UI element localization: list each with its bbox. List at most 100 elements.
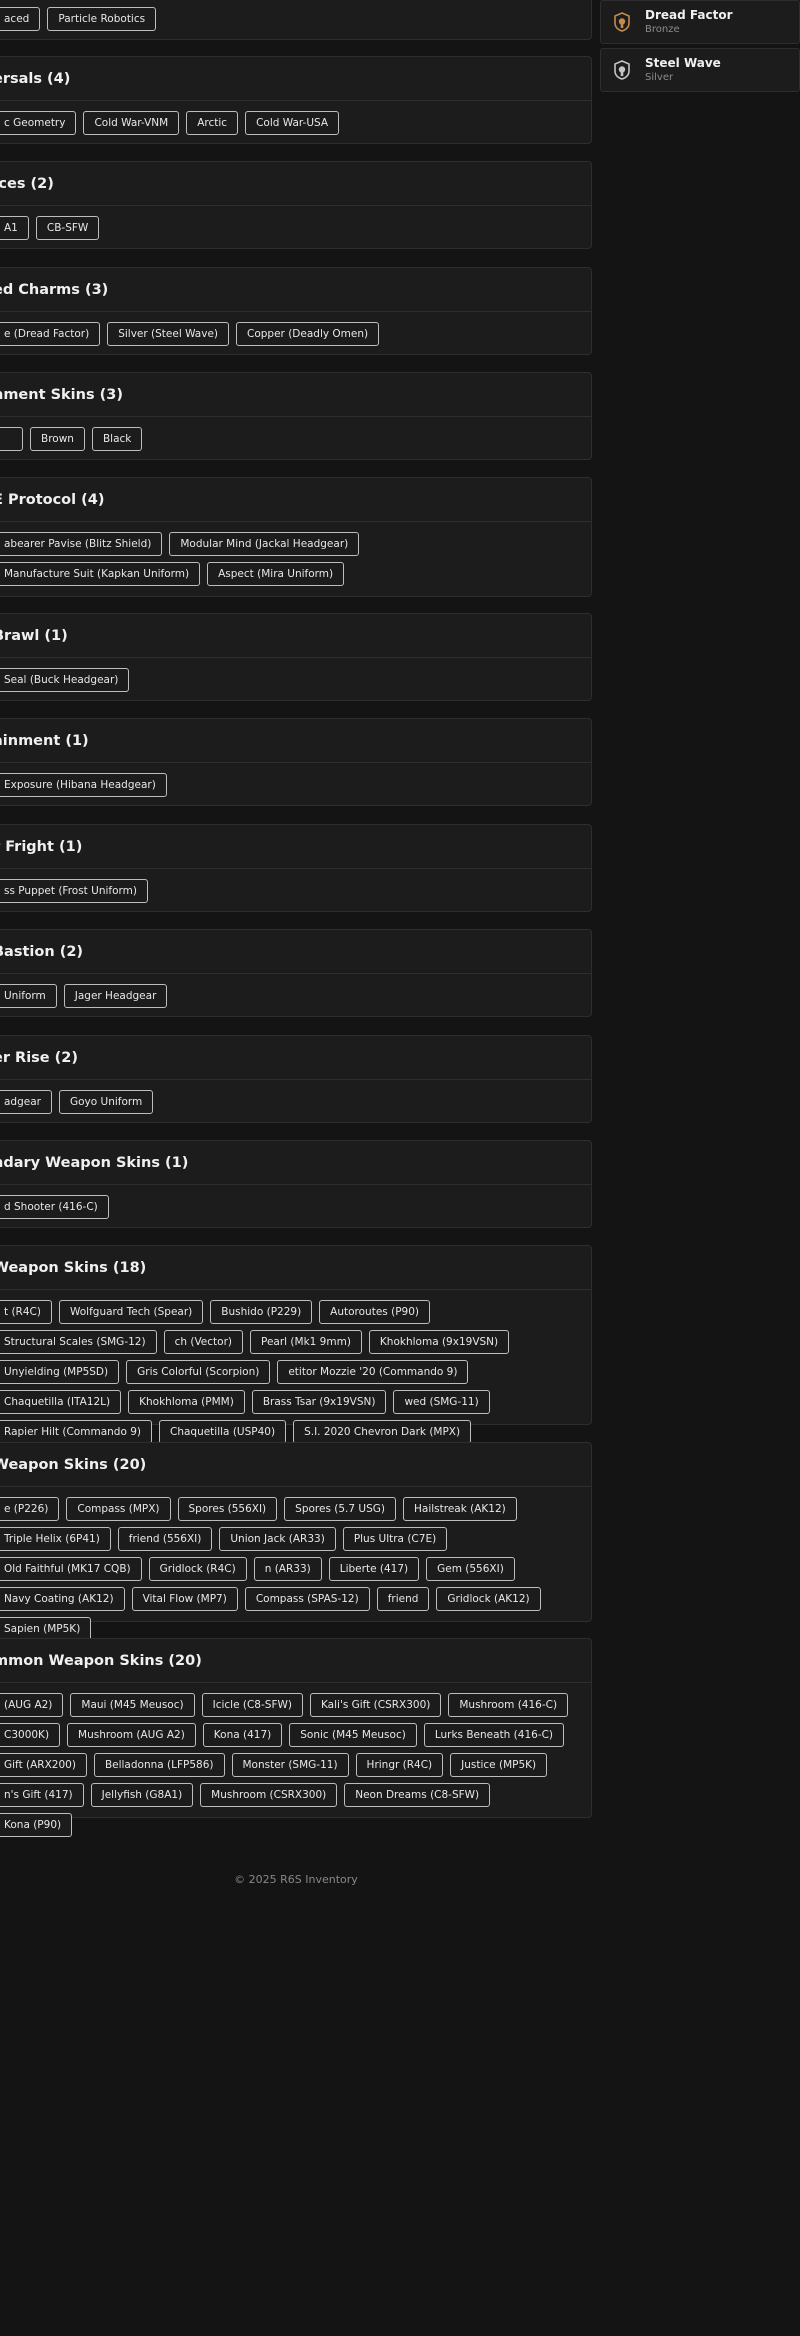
item-chip[interactable]: Plus Ultra (C7E) xyxy=(342,1527,448,1551)
item-chip[interactable]: Cold War-VNM xyxy=(83,111,180,135)
item-chip[interactable]: Icicle (C8-SFW) xyxy=(201,1693,303,1717)
item-chip[interactable]: Triple Helix (6P41) xyxy=(0,1527,111,1551)
item-chip[interactable]: wed (SMG-11) xyxy=(393,1390,490,1414)
item-chip[interactable]: adgear xyxy=(0,1090,52,1114)
section-body: Seal (Buck Headgear) xyxy=(0,658,591,698)
item-chip[interactable]: Silver (Steel Wave) xyxy=(107,322,229,346)
section-title: ed Charms (3) xyxy=(0,268,591,312)
item-chip[interactable]: Mushroom (AUG A2) xyxy=(67,1723,196,1747)
item-chip[interactable]: e (P226) xyxy=(0,1497,60,1521)
item-chip[interactable]: Chaquetilla (ITA12L) xyxy=(0,1390,122,1414)
item-chip[interactable]: Exposure (Hibana Headgear) xyxy=(0,773,167,797)
item-chip[interactable]: Lurks Beneath (416-C) xyxy=(423,1723,565,1747)
section-body: abearer Pavise (Blitz Shield) Modular Mi… xyxy=(0,522,591,592)
charm-card-dread-factor[interactable]: Dread Factor Bronze xyxy=(600,0,800,44)
item-chip[interactable]: Maui (M45 Meusoc) xyxy=(70,1693,195,1717)
item-chip[interactable]: Black xyxy=(91,427,143,451)
item-chip[interactable]: Sonic (M45 Meusoc) xyxy=(289,1723,417,1747)
item-chip[interactable]: Hringr (R4C) xyxy=(355,1753,444,1777)
item-chip[interactable]: c Geometry xyxy=(0,111,77,135)
item-chip[interactable]: Aspect (Mira Uniform) xyxy=(207,562,345,586)
item-chip[interactable]: Union Jack (AR33) xyxy=(219,1527,336,1551)
section-rare-weapon-skins: Weapon Skins (20) e (P226) Compass (MPX)… xyxy=(0,1442,592,1641)
item-chip[interactable]: friend (556XI) xyxy=(117,1527,213,1551)
item-chip[interactable]: Compass (MPX) xyxy=(66,1497,171,1521)
item-chip[interactable]: Modular Mind (Jackal Headgear) xyxy=(169,532,360,556)
item-chip[interactable]: Navy Coating (AK12) xyxy=(0,1587,125,1611)
item-chip[interactable]: aced xyxy=(0,7,41,31)
item-chip[interactable]: Vital Flow (MP7) xyxy=(131,1587,238,1611)
section-uncommon-weapon-skins: mmon Weapon Skins (20) (AUG A2) Maui (M4… xyxy=(0,1638,592,1837)
item-chip[interactable]: Gem (556XI) xyxy=(426,1557,515,1581)
section-fright: r Fright (1) ss Puppet (Frost Uniform) xyxy=(0,824,592,912)
section-body: e (P226) Compass (MPX) Spores (556XI) Sp… xyxy=(0,1487,591,1647)
item-chip[interactable]: e (Dread Factor) xyxy=(0,322,101,346)
item-chip[interactable]: Brown xyxy=(30,427,85,451)
charm-text: Steel Wave Silver xyxy=(645,56,721,84)
item-chip[interactable]: Kona (P90) xyxy=(0,1813,73,1837)
section-title: Brawl (1) xyxy=(0,614,591,658)
item-chip[interactable]: Mushroom (416-C) xyxy=(448,1693,569,1717)
item-chip[interactable]: Seal (Buck Headgear) xyxy=(0,668,130,692)
item-chip[interactable]: Unyielding (MP5SD) xyxy=(0,1360,120,1384)
item-chip[interactable]: CB-SFW xyxy=(35,216,100,240)
item-chip[interactable]: Neon Dreams (C8-SFW) xyxy=(344,1783,491,1807)
section-brawl: Brawl (1) Seal (Buck Headgear) xyxy=(0,613,592,701)
item-chip[interactable]: C3000K) xyxy=(0,1723,61,1747)
item-chip[interactable]: abearer Pavise (Blitz Shield) xyxy=(0,532,163,556)
item-chip[interactable]: Bushido (P229) xyxy=(210,1300,313,1324)
item-chip[interactable]: etitor Mozzie '20 (Commando 9) xyxy=(277,1360,469,1384)
section-title: Ices (2) xyxy=(0,162,591,206)
item-chip[interactable]: Old Faithful (MK17 CQB) xyxy=(0,1557,142,1581)
item-chip[interactable]: Copper (Deadly Omen) xyxy=(236,322,380,346)
item-chip[interactable]: Kali's Gift (CSRX300) xyxy=(309,1693,442,1717)
item-chip[interactable]: A1 xyxy=(0,216,29,240)
item-chip[interactable]: Justice (MP5K) xyxy=(450,1753,548,1777)
item-chip[interactable]: Arctic xyxy=(186,111,239,135)
item-chip[interactable]: Manufacture Suit (Kapkan Uniform) xyxy=(0,562,201,586)
item-chip[interactable]: Gift (ARX200) xyxy=(0,1753,87,1777)
section-body: e (Dread Factor) Silver (Steel Wave) Cop… xyxy=(0,312,591,352)
item-chip[interactable]: Autoroutes (P90) xyxy=(319,1300,430,1324)
item-chip[interactable]: Gris Colorful (Scorpion) xyxy=(126,1360,271,1384)
item-chip[interactable]: t (R4C) xyxy=(0,1300,52,1324)
item-chip[interactable]: Particle Robotics xyxy=(47,7,157,31)
item-chip[interactable]: ss Puppet (Frost Uniform) xyxy=(0,879,148,903)
item-chip[interactable]: Chaquetilla (USP40) xyxy=(158,1420,287,1444)
item-chip[interactable]: Structural Scales (SMG-12) xyxy=(0,1330,157,1354)
item-chip[interactable]: Wolfguard Tech (Spear) xyxy=(58,1300,204,1324)
item-chip[interactable]: Brass Tsar (9x19VSN) xyxy=(251,1390,387,1414)
item-chip[interactable]: Mushroom (CSRX300) xyxy=(200,1783,338,1807)
item-chip[interactable]: Hailstreak (AK12) xyxy=(402,1497,517,1521)
item-chip[interactable]: Monster (SMG-11) xyxy=(231,1753,349,1777)
item-chip[interactable]: Belladonna (LFP586) xyxy=(93,1753,225,1777)
item-chip[interactable]: Gridlock (R4C) xyxy=(148,1557,247,1581)
item-chip[interactable]: Goyo Uniform xyxy=(58,1090,154,1114)
item-chip[interactable]: n's Gift (417) xyxy=(0,1783,84,1807)
item-chip[interactable] xyxy=(0,427,23,451)
item-chip[interactable]: Uniform xyxy=(0,984,57,1008)
item-chip[interactable]: Rapier Hilt (Commando 9) xyxy=(0,1420,152,1444)
item-chip[interactable]: S.I. 2020 Chevron Dark (MPX) xyxy=(293,1420,472,1444)
charm-card-steel-wave[interactable]: Steel Wave Silver xyxy=(600,48,800,92)
item-chip[interactable]: Jager Headgear xyxy=(63,984,168,1008)
item-chip[interactable]: ch (Vector) xyxy=(163,1330,243,1354)
item-chip[interactable]: Kona (417) xyxy=(202,1723,283,1747)
section-attachment-skins: hment Skins (3) Brown Black xyxy=(0,372,592,460)
item-chip[interactable]: n (AR33) xyxy=(253,1557,322,1581)
item-chip[interactable]: (AUG A2) xyxy=(0,1693,64,1717)
item-chip[interactable]: Compass (SPAS-12) xyxy=(244,1587,370,1611)
charm-name: Dread Factor xyxy=(645,8,733,22)
item-chip[interactable]: Jellyfish (G8A1) xyxy=(90,1783,194,1807)
item-chip[interactable]: Cold War-USA xyxy=(245,111,340,135)
item-chip[interactable]: d Shooter (416-C) xyxy=(0,1195,109,1219)
item-chip[interactable]: Pearl (Mk1 9mm) xyxy=(250,1330,362,1354)
item-chip[interactable]: Khokhloma (9x19VSN) xyxy=(368,1330,510,1354)
item-chip[interactable]: Gridlock (AK12) xyxy=(436,1587,541,1611)
section-containment: ainment (1) Exposure (Hibana Headgear) xyxy=(0,718,592,806)
item-chip[interactable]: Liberte (417) xyxy=(328,1557,420,1581)
item-chip[interactable]: friend xyxy=(376,1587,430,1611)
item-chip[interactable]: Spores (556XI) xyxy=(177,1497,278,1521)
item-chip[interactable]: Khokhloma (PMM) xyxy=(128,1390,245,1414)
item-chip[interactable]: Spores (5.7 USG) xyxy=(284,1497,396,1521)
